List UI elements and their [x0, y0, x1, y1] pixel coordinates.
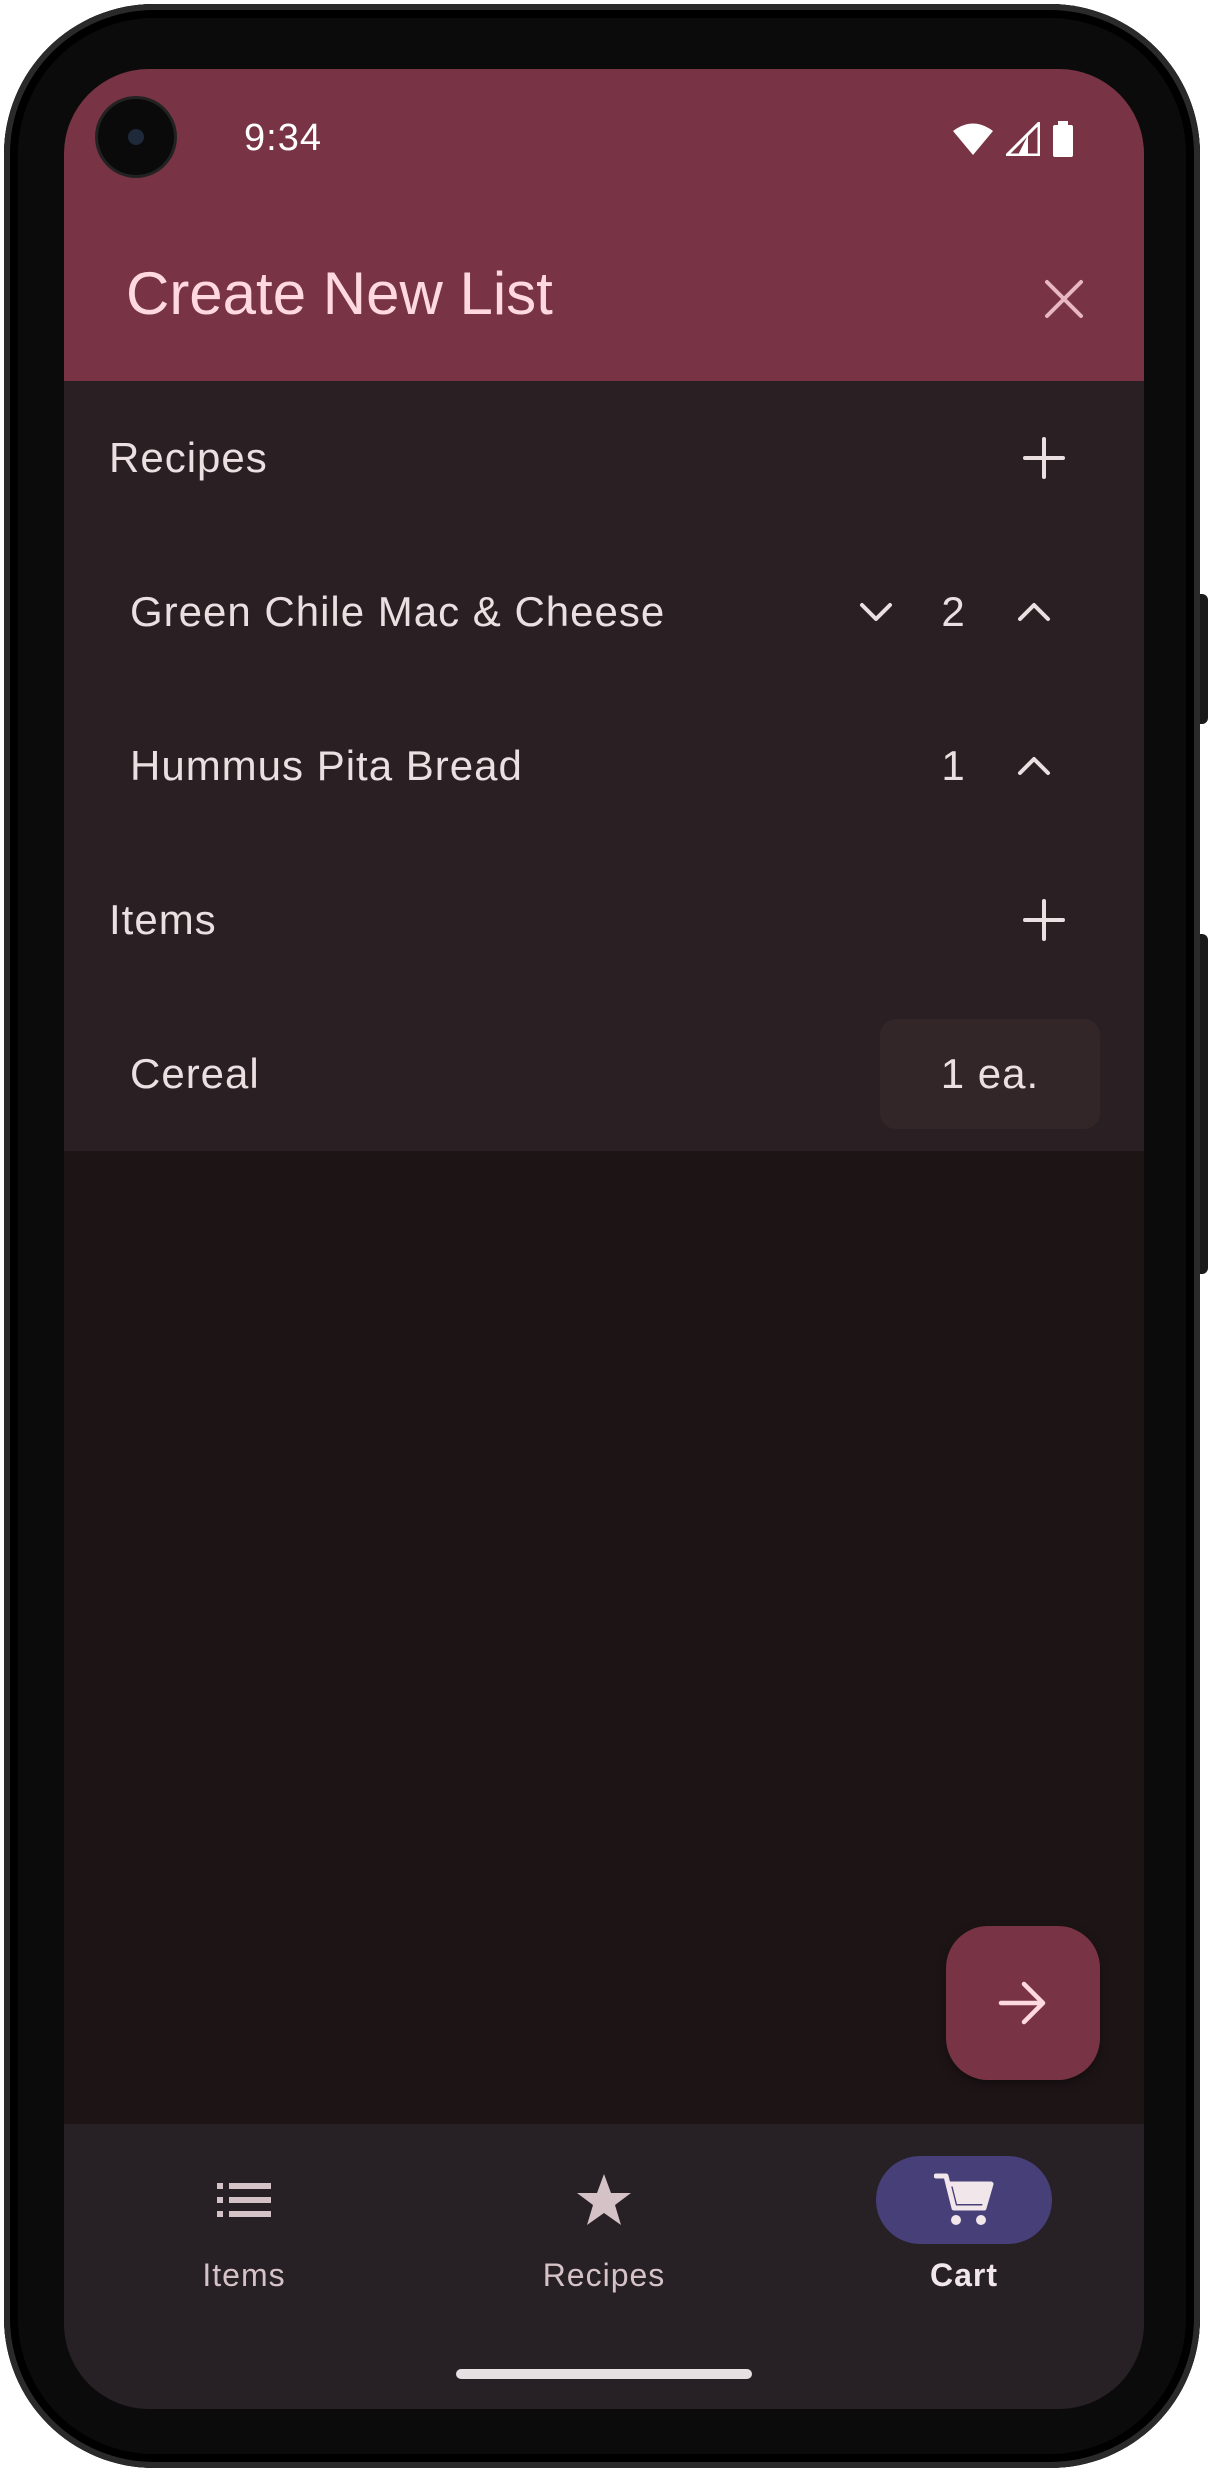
battery-icon	[1053, 121, 1073, 157]
nav-item-recipes[interactable]: Recipes	[424, 2124, 784, 2364]
volume-button	[1200, 934, 1208, 1274]
item-row: Cereal 1 ea.	[64, 997, 1144, 1151]
nav-label: Cart	[929, 2257, 998, 2293]
nav-item-cart[interactable]: Cart	[784, 2124, 1144, 2364]
item-quantity[interactable]: 1 ea.	[880, 1019, 1100, 1129]
items-section-header: Items	[64, 843, 1144, 997]
arrow-right-icon	[998, 1981, 1046, 2025]
items-section-label: Items	[109, 896, 217, 943]
status-bar: 9:34	[64, 69, 1144, 209]
nav-icon-container-active	[876, 2156, 1052, 2244]
plus-icon	[1023, 437, 1065, 479]
chevron-up-icon	[1018, 603, 1050, 621]
front-camera	[98, 99, 174, 175]
add-recipe-button[interactable]	[1004, 418, 1084, 498]
status-time: 9:34	[244, 117, 322, 159]
nav-label: Items	[202, 2257, 286, 2293]
nav-label: Recipes	[542, 2257, 666, 2293]
item-name: Cereal	[130, 1050, 260, 1097]
recipe-row: Hummus Pita Bread 1	[64, 689, 1144, 843]
plus-icon	[1023, 899, 1065, 941]
recipe-count: 2	[941, 588, 965, 635]
chevron-up-icon	[1018, 757, 1050, 775]
close-button[interactable]	[1024, 259, 1104, 339]
star-icon	[577, 2174, 631, 2225]
increment-button[interactable]	[999, 731, 1069, 801]
cart-icon	[934, 2173, 994, 2225]
nav-item-items[interactable]: Items	[64, 2124, 424, 2364]
close-icon	[1045, 280, 1083, 318]
list-content: Recipes Green Chile Mac & Cheese 2 Hummu…	[64, 381, 1144, 1151]
recipe-row: Green Chile Mac & Cheese 2	[64, 535, 1144, 689]
screen: 9:34 Create New List Recipes Green Chile…	[64, 69, 1144, 2409]
list-icon	[217, 2183, 271, 2217]
add-item-button[interactable]	[1004, 880, 1084, 960]
phone-frame: 9:34 Create New List Recipes Green Chile…	[4, 4, 1208, 2468]
wifi-icon	[953, 123, 993, 155]
power-button	[1200, 594, 1208, 724]
recipes-section-header: Recipes	[64, 381, 1144, 535]
app-bar: 9:34 Create New List	[64, 69, 1144, 381]
nav-icon-container	[516, 2156, 692, 2244]
status-icons	[952, 121, 1074, 157]
signal-icon	[1006, 122, 1040, 156]
recipes-section-label: Recipes	[109, 434, 268, 481]
next-fab-button[interactable]	[946, 1926, 1100, 2080]
page-title: Create New List	[126, 260, 553, 327]
recipe-name: Hummus Pita Bread	[130, 742, 523, 789]
decrement-button[interactable]	[841, 577, 911, 647]
home-indicator[interactable]	[456, 2369, 752, 2379]
nav-icon-container	[156, 2156, 332, 2244]
chevron-down-icon	[860, 603, 892, 621]
increment-button[interactable]	[999, 577, 1069, 647]
recipe-count: 1	[941, 742, 965, 789]
bottom-nav: Items Recipes Cart	[64, 2124, 1144, 2409]
recipe-name: Green Chile Mac & Cheese	[130, 588, 666, 635]
